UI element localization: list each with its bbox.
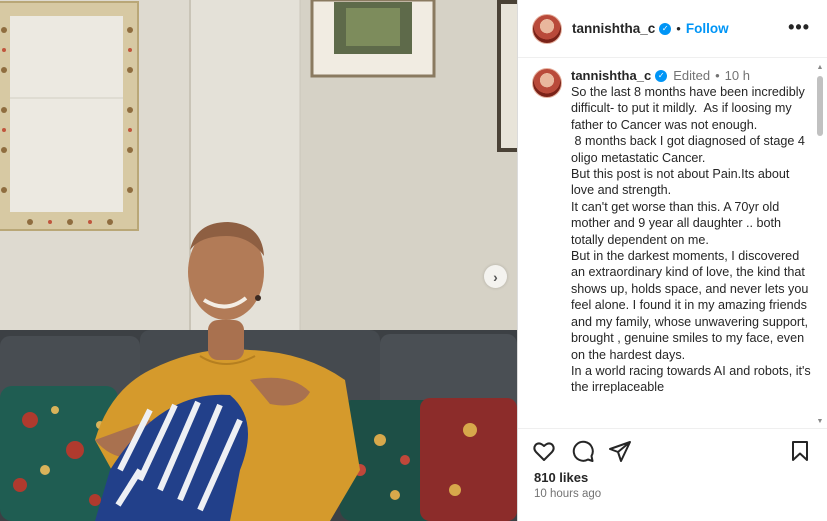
next-image-button[interactable]: › [484,265,507,288]
share-button[interactable] [608,439,634,465]
save-button[interactable] [788,439,814,465]
caption-scrollbar[interactable]: ▲ ▼ [816,64,824,426]
separator-dot: • [676,21,681,36]
caption: tannishtha_c ✓ Edited • 10 h So the last… [532,68,814,396]
caption-timestamp[interactable]: 10 h [725,68,750,83]
more-options-icon[interactable]: ••• [788,17,810,38]
comment-button[interactable] [571,439,597,465]
bookmark-icon [792,441,808,461]
chevron-right-icon: › [493,268,498,285]
caption-avatar[interactable] [532,68,562,98]
send-icon [609,441,631,462]
follow-button[interactable]: Follow [686,21,729,36]
caption-body: tannishtha_c ✓ Edited • 10 h So the last… [571,68,814,396]
scroll-up-icon[interactable]: ▲ [816,64,824,72]
photo-illustration [0,0,517,521]
likes-count[interactable]: 810 likes [534,470,588,485]
post-sidebar: tannishtha_c ✓ • Follow ••• tannishtha_c… [517,0,827,521]
caption-area: tannishtha_c ✓ Edited • 10 h So the last… [518,58,827,428]
verified-badge-icon: ✓ [659,22,672,35]
heart-icon [533,442,555,461]
post-time[interactable]: 10 hours ago [534,488,601,500]
avatar[interactable] [532,13,562,44]
edited-label: Edited [673,68,711,83]
like-button[interactable] [532,439,558,465]
caption-text: So the last 8 months have been incredibl… [571,85,811,395]
post-photo[interactable]: › [0,0,517,521]
caption-username[interactable]: tannishtha_c [571,68,651,83]
separator-dot: • [715,68,720,83]
header-username[interactable]: tannishtha_c [572,21,655,36]
scroll-thumb[interactable] [817,76,823,136]
scroll-down-icon[interactable]: ▼ [816,418,824,426]
post-header: tannishtha_c ✓ • Follow ••• [518,0,827,58]
verified-badge-icon: ✓ [655,69,668,82]
comment-icon [572,440,594,462]
caption-header: tannishtha_c ✓ Edited • 10 h [571,68,814,83]
